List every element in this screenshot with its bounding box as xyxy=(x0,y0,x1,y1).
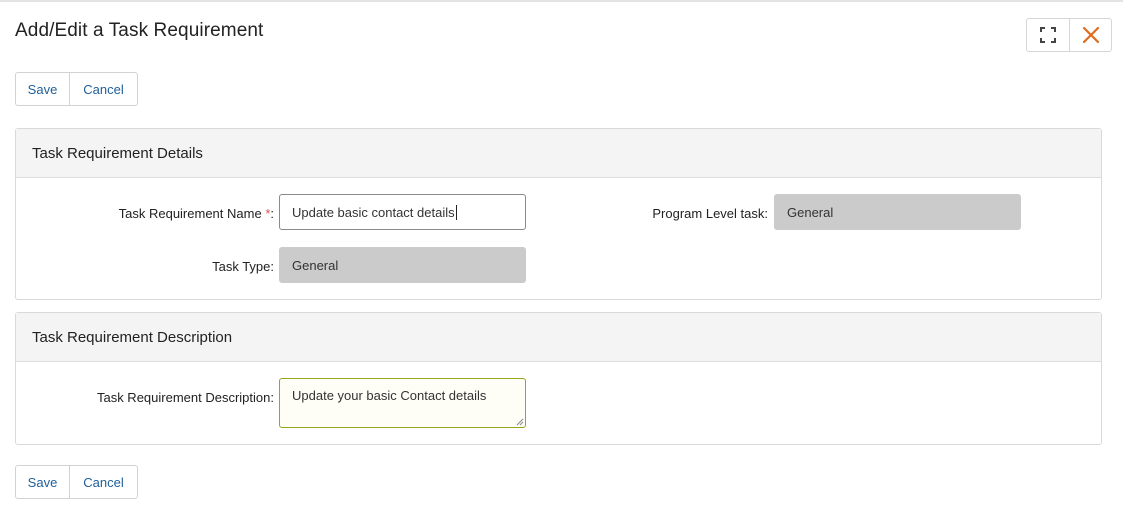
top-divider xyxy=(0,0,1123,2)
task-name-label-text: Task Requirement Name xyxy=(118,206,262,221)
cancel-button-bottom[interactable]: Cancel xyxy=(69,466,137,498)
close-button[interactable] xyxy=(1069,19,1111,51)
task-name-input[interactable]: Update basic contact details xyxy=(279,194,526,230)
cancel-button[interactable]: Cancel xyxy=(69,73,137,105)
top-action-buttons: Save Cancel xyxy=(15,72,138,106)
bottom-action-buttons: Save Cancel xyxy=(15,465,138,499)
description-panel: Task Requirement Description Task Requir… xyxy=(15,312,1102,445)
description-panel-heading: Task Requirement Description xyxy=(16,313,1101,362)
maximize-button[interactable] xyxy=(1027,19,1069,51)
task-name-value: Update basic contact details xyxy=(292,204,455,220)
program-level-field: General xyxy=(774,194,1021,230)
save-button[interactable]: Save xyxy=(16,73,69,105)
task-type-field: General xyxy=(279,247,526,283)
description-textarea[interactable]: Update your basic Contact details xyxy=(279,378,526,428)
task-type-label: Task Type: xyxy=(212,259,274,274)
text-cursor xyxy=(455,204,457,220)
program-level-label: Program Level task: xyxy=(652,206,768,221)
task-name-label: Task Requirement Name *: xyxy=(119,206,274,221)
window-controls xyxy=(1026,18,1112,52)
task-name-label-colon: : xyxy=(270,206,274,221)
description-label: Task Requirement Description: xyxy=(96,390,274,405)
details-panel: Task Requirement Details Task Requiremen… xyxy=(15,128,1102,300)
details-panel-heading: Task Requirement Details xyxy=(16,129,1101,178)
close-icon xyxy=(1082,26,1099,44)
save-button-bottom[interactable]: Save xyxy=(16,466,69,498)
dialog-title: Add/Edit a Task Requirement xyxy=(15,20,264,41)
description-value: Update your basic Contact details xyxy=(292,388,487,403)
resize-grip-icon[interactable] xyxy=(515,417,524,426)
expand-icon xyxy=(1040,27,1056,43)
